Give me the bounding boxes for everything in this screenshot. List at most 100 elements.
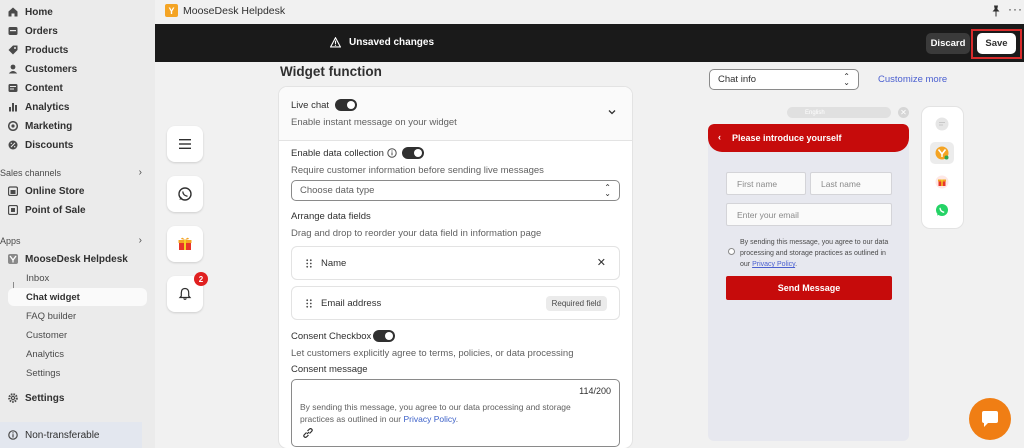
live-chat-section[interactable] xyxy=(279,87,632,141)
live-chat-toggle[interactable] xyxy=(335,99,357,111)
preview-consent-text: By sending this message, you agree to ou… xyxy=(740,237,890,270)
non-transferable-banner[interactable]: Non-transferable xyxy=(0,422,142,448)
sidebar-item-label: Customers xyxy=(25,63,78,75)
pos-icon xyxy=(8,205,18,215)
chat-icon xyxy=(982,411,998,427)
whatsapp-preview-button[interactable] xyxy=(167,176,203,212)
sidebar: Home Orders Products Customers Content A… xyxy=(0,0,155,448)
data-field-name: Name xyxy=(321,258,347,269)
required-field-tag: Required field xyxy=(545,296,607,311)
sidebar-subitem-inbox[interactable]: Inbox xyxy=(26,270,49,286)
unsaved-changes-text: Unsaved changes xyxy=(349,37,435,48)
app-title: MooseDesk Helpdesk xyxy=(183,5,286,17)
sidebar-item-products[interactable]: Products xyxy=(8,41,148,59)
sidebar-item-discounts[interactable]: Discounts xyxy=(8,136,148,154)
close-preview-icon[interactable]: ✕ xyxy=(898,107,909,118)
email-input[interactable]: Enter your email xyxy=(726,203,892,226)
gear-icon xyxy=(8,393,18,403)
consent-message-editor[interactable]: 114/200 By sending this message, you agr… xyxy=(291,379,620,447)
privacy-policy-link[interactable]: Privacy Policy xyxy=(403,414,455,424)
sidebar-item-analytics[interactable]: Analytics xyxy=(8,98,148,116)
sidebar-item-home[interactable]: Home xyxy=(8,3,148,21)
arrange-fields-description: Drag and drop to reorder your data field… xyxy=(291,228,542,239)
sidebar-item-settings[interactable]: Settings xyxy=(8,389,148,407)
arrange-fields-label: Arrange data fields xyxy=(291,211,371,222)
channel-whatsapp[interactable] xyxy=(930,199,954,221)
sidebar-subitem-settings[interactable]: Settings xyxy=(26,365,60,381)
sidebar-item-moosedesk[interactable]: MooseDesk Helpdesk xyxy=(8,250,148,268)
sales-channels-section[interactable]: Sales channels › xyxy=(0,167,150,178)
last-name-input[interactable]: Last name xyxy=(810,172,892,195)
data-field-row-email[interactable]: Email address Required field xyxy=(291,286,620,320)
drag-handle-icon[interactable] xyxy=(306,259,312,268)
sidebar-subitem-analytics[interactable]: Analytics xyxy=(26,346,64,362)
sidebar-subitem-faq-builder[interactable]: FAQ builder xyxy=(26,308,76,324)
preview-privacy-link[interactable]: Privacy Policy xyxy=(752,261,795,268)
chevron-right-icon: › xyxy=(138,235,142,246)
sidebar-item-label: Analytics xyxy=(25,101,70,113)
language-selector[interactable]: English xyxy=(787,107,891,118)
menu-preview-button[interactable] xyxy=(167,126,203,162)
more-options-icon[interactable]: ··· xyxy=(1008,2,1023,16)
sidebar-item-label: Content xyxy=(25,82,63,94)
data-collection-toggle[interactable] xyxy=(402,147,424,159)
preview-header: ‹ Please introduce yourself xyxy=(708,124,909,152)
sidebar-item-point-of-sale[interactable]: Point of Sale xyxy=(8,201,148,219)
person-icon xyxy=(8,64,18,74)
data-collection-label: Enable data collection xyxy=(291,148,384,159)
sidebar-item-customers[interactable]: Customers xyxy=(8,60,148,78)
moosedesk-icon xyxy=(935,146,949,160)
preview-consent-suffix: . xyxy=(795,261,798,268)
consent-checkbox[interactable] xyxy=(728,248,735,255)
non-transferable-label: Non-transferable xyxy=(25,429,100,441)
app-topbar: Y MooseDesk Helpdesk ··· xyxy=(155,0,1024,24)
sidebar-item-label: Marketing xyxy=(25,120,73,132)
link-icon[interactable] xyxy=(302,427,314,439)
channel-gift[interactable] xyxy=(930,171,954,193)
sidebar-item-label: MooseDesk Helpdesk xyxy=(25,253,128,265)
pin-icon[interactable] xyxy=(991,5,1001,17)
consent-message-label: Consent message xyxy=(291,364,368,375)
send-message-button[interactable]: Send Message xyxy=(726,276,892,300)
data-type-select[interactable]: Choose data type ⌃ ⌄ xyxy=(291,180,620,201)
moosedesk-logo-icon: Y xyxy=(165,4,178,17)
chevron-down-icon[interactable] xyxy=(608,108,616,116)
notification-count-badge: 2 xyxy=(194,272,208,286)
live-chat-description: Enable instant message on your widget xyxy=(291,117,457,128)
channel-moosedesk[interactable] xyxy=(930,142,954,164)
sidebar-item-marketing[interactable]: Marketing xyxy=(8,117,148,135)
sidebar-subitem-customer[interactable]: Customer xyxy=(26,327,67,343)
chevron-right-icon: › xyxy=(138,167,142,178)
channel-chat[interactable] xyxy=(930,113,954,135)
sidebar-item-label: Home xyxy=(25,6,53,18)
bell-icon xyxy=(178,287,192,300)
discount-icon xyxy=(8,140,18,150)
select-arrows-icon: ⌃ ⌄ xyxy=(843,72,850,87)
chat-launcher-button[interactable] xyxy=(969,398,1011,440)
apps-section[interactable]: Apps › xyxy=(0,235,150,246)
gift-preview-button[interactable] xyxy=(167,226,203,262)
save-button[interactable]: Save xyxy=(977,33,1016,54)
info-icon xyxy=(8,430,18,440)
character-counter: 114/200 xyxy=(579,386,611,396)
info-icon[interactable] xyxy=(387,148,397,158)
remove-field-icon[interactable]: ✕ xyxy=(597,256,606,269)
whatsapp-icon xyxy=(936,204,948,216)
orders-icon xyxy=(8,26,18,36)
customize-more-link[interactable]: Customize more xyxy=(878,74,947,85)
sidebar-item-orders[interactable]: Orders xyxy=(8,22,148,40)
data-type-placeholder: Choose data type xyxy=(300,185,375,196)
preview-page-select[interactable]: Chat info ⌃ ⌄ xyxy=(709,69,859,90)
marketing-icon xyxy=(8,121,18,131)
sidebar-item-online-store[interactable]: Online Store xyxy=(8,182,148,200)
drag-handle-icon[interactable] xyxy=(306,299,312,308)
content-icon xyxy=(8,83,18,93)
data-field-row-name[interactable]: Name ✕ xyxy=(291,246,620,280)
widget-function-title: Widget function xyxy=(280,64,382,79)
discard-button[interactable]: Discard xyxy=(926,33,970,54)
sidebar-subitem-chat-widget[interactable]: Chat widget xyxy=(26,288,80,306)
sidebar-item-content[interactable]: Content xyxy=(8,79,148,97)
consent-checkbox-toggle[interactable] xyxy=(373,330,395,342)
first-name-input[interactable]: First name xyxy=(726,172,806,195)
back-chevron-icon[interactable]: ‹ xyxy=(718,132,721,142)
